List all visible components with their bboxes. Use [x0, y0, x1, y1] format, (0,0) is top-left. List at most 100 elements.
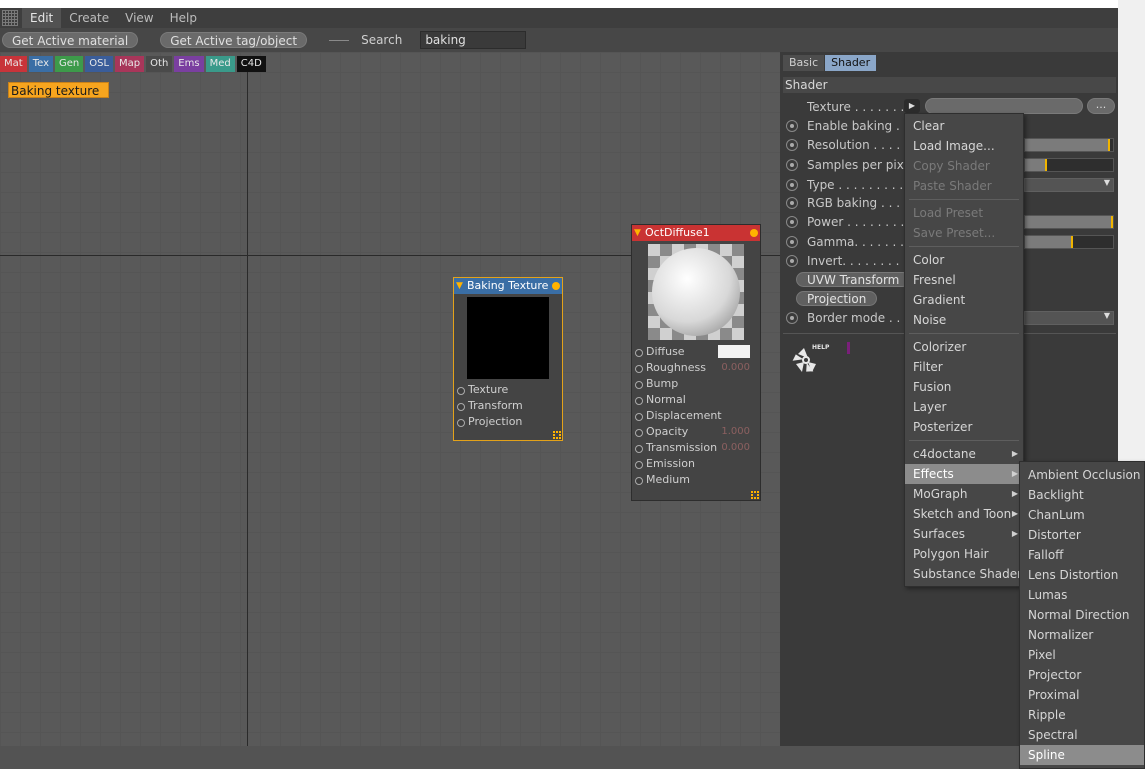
animate-radio-icon[interactable] — [786, 236, 798, 248]
search-result-item[interactable]: Baking texture — [8, 82, 109, 98]
menu-proximal[interactable]: Proximal — [1020, 685, 1144, 705]
menu-ripple[interactable]: Ripple — [1020, 705, 1144, 725]
category-ems[interactable]: Ems — [174, 56, 204, 72]
port-transform[interactable]: Transform — [454, 398, 562, 414]
menu-fresnel[interactable]: Fresnel — [905, 270, 1023, 290]
output-port-icon[interactable] — [552, 282, 560, 290]
menu-surfaces[interactable]: Surfaces ▶ — [905, 524, 1023, 544]
tab-basic[interactable]: Basic — [783, 55, 825, 71]
menu-gradient[interactable]: Gradient — [905, 290, 1023, 310]
output-port-icon[interactable] — [750, 229, 758, 237]
collapse-triangle-icon[interactable]: ▼ — [456, 278, 463, 294]
port-projection[interactable]: Projection — [454, 414, 562, 430]
menu-spline[interactable]: Spline — [1020, 745, 1144, 765]
menu-c4doctane[interactable]: c4doctane ▶ — [905, 444, 1023, 464]
menu-load-image[interactable]: Load Image... — [905, 136, 1023, 156]
type-dropdown[interactable] — [1024, 178, 1114, 192]
menu-lens-distortion[interactable]: Lens Distortion — [1020, 565, 1144, 585]
port-roughness[interactable]: Roughness 0.000 — [632, 360, 760, 376]
resize-handle-icon[interactable] — [553, 431, 561, 439]
menu-color[interactable]: Color — [905, 250, 1023, 270]
menu-backlight[interactable]: Backlight — [1020, 485, 1144, 505]
port-texture[interactable]: Texture — [454, 382, 562, 398]
port-transmission[interactable]: Transmission 0.000 — [632, 440, 760, 456]
get-active-material-button[interactable]: Get Active material — [2, 32, 139, 48]
menu-layer[interactable]: Layer — [905, 397, 1023, 417]
menu-edit[interactable]: Edit — [22, 8, 62, 28]
menu-distorter[interactable]: Distorter — [1020, 525, 1144, 545]
projection-button[interactable]: Projection — [796, 291, 878, 306]
collapse-triangle-icon[interactable]: ▼ — [634, 225, 641, 241]
menu-colorizer[interactable]: Colorizer — [905, 337, 1023, 357]
menu-help[interactable]: Help — [162, 8, 205, 28]
port-emission[interactable]: Emission — [632, 456, 760, 472]
port-opacity[interactable]: Opacity 1.000 — [632, 424, 760, 440]
menu-posterizer[interactable]: Posterizer — [905, 417, 1023, 437]
menu-ambient-occlusion[interactable]: Ambient Occlusion — [1020, 465, 1144, 485]
menu-falloff[interactable]: Falloff — [1020, 545, 1144, 565]
menu-sketch-and-toon[interactable]: Sketch and Toon ▶ — [905, 504, 1023, 524]
port-displacement[interactable]: Displacement — [632, 408, 760, 424]
animate-radio-icon[interactable] — [786, 216, 798, 228]
animate-radio-icon[interactable] — [786, 159, 798, 171]
animate-radio-icon[interactable] — [786, 255, 798, 267]
animate-radio-icon[interactable] — [786, 179, 798, 191]
category-osl[interactable]: OSL — [85, 56, 114, 72]
menu-create[interactable]: Create — [61, 8, 117, 28]
menu-fusion[interactable]: Fusion — [905, 377, 1023, 397]
port-diffuse[interactable]: Diffuse — [632, 344, 760, 360]
category-gen[interactable]: Gen — [55, 56, 84, 72]
animate-radio-icon[interactable] — [786, 312, 798, 324]
node-header[interactable]: ▼ Baking Texture — [454, 278, 562, 294]
resolution-slider[interactable] — [1024, 138, 1114, 152]
port-bump[interactable]: Bump — [632, 376, 760, 392]
category-tex[interactable]: Tex — [28, 56, 53, 72]
menu-filter[interactable]: Filter — [905, 357, 1023, 377]
menu-clear[interactable]: Clear — [905, 116, 1023, 136]
samples-slider[interactable] — [1024, 158, 1114, 172]
texture-field[interactable] — [925, 98, 1083, 114]
animate-radio-icon[interactable] — [786, 120, 798, 132]
border-mode-dropdown[interactable] — [1024, 311, 1114, 325]
menu-polygon-hair[interactable]: Polygon Hair — [905, 544, 1023, 564]
category-med[interactable]: Med — [205, 56, 235, 72]
octdiffuse-node[interactable]: ▼ OctDiffuse1 Diffuse Roughness 0.000 Bum… — [631, 224, 761, 501]
gamma-slider[interactable] — [1024, 235, 1114, 249]
menu-view[interactable]: View — [117, 8, 161, 28]
get-active-tag-button[interactable]: Get Active tag/object — [160, 32, 308, 48]
menu-projector[interactable]: Projector — [1020, 665, 1144, 685]
animate-radio-icon[interactable] — [786, 139, 798, 151]
category-c4d[interactable]: C4D — [236, 56, 266, 72]
menu-effects[interactable]: Effects ▶ — [905, 464, 1023, 484]
menu-pixel[interactable]: Pixel — [1020, 645, 1144, 665]
menu-lumas[interactable]: Lumas — [1020, 585, 1144, 605]
color-swatch[interactable] — [718, 345, 750, 358]
port-medium[interactable]: Medium — [632, 472, 760, 488]
node-header[interactable]: ▼ OctDiffuse1 — [632, 225, 760, 241]
category-map[interactable]: Map — [115, 56, 145, 72]
resize-handle-icon[interactable] — [751, 491, 759, 499]
menu-separator — [909, 440, 1019, 441]
animate-radio-icon[interactable] — [786, 197, 798, 209]
search-input[interactable] — [420, 31, 527, 49]
baking-texture-node[interactable]: ▼ Baking Texture Texture Transform Proje… — [453, 277, 563, 441]
category-oth[interactable]: Oth — [146, 56, 173, 72]
grip-icon[interactable] — [2, 10, 18, 26]
port-normal[interactable]: Normal — [632, 392, 760, 408]
category-mat[interactable]: Mat — [0, 56, 27, 72]
port-label: Normal — [646, 393, 686, 406]
texture-browse-button[interactable]: ... — [1087, 98, 1115, 114]
power-slider[interactable] — [1024, 215, 1114, 229]
menu-noise[interactable]: Noise — [905, 310, 1023, 330]
menu-spectral[interactable]: Spectral — [1020, 725, 1144, 745]
texture-menu-arrow-icon[interactable]: ▶ — [904, 99, 920, 113]
uvw-transform-button[interactable]: UVW Transform — [796, 272, 911, 287]
menu-normalizer[interactable]: Normalizer — [1020, 625, 1144, 645]
menu-substance-shader[interactable]: Substance Shader — [905, 564, 1023, 584]
slider-fill — [1025, 159, 1047, 171]
tab-shader[interactable]: Shader — [825, 55, 877, 71]
octane-help-icon[interactable]: HELP — [790, 342, 830, 376]
menu-mograph[interactable]: MoGraph ▶ — [905, 484, 1023, 504]
menu-chanlum[interactable]: ChanLum — [1020, 505, 1144, 525]
menu-normal-direction[interactable]: Normal Direction — [1020, 605, 1144, 625]
